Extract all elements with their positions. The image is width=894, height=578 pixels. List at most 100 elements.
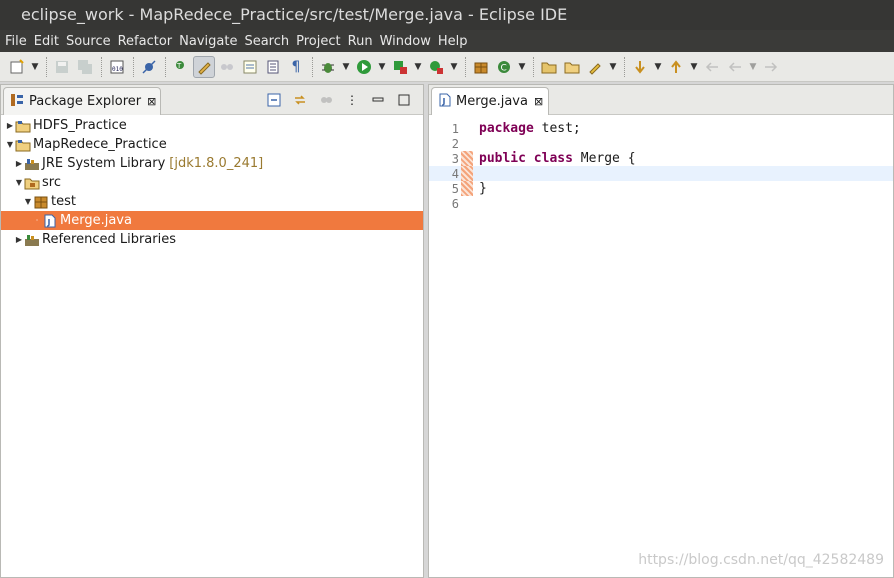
skip-breakpoints-icon[interactable] — [138, 56, 160, 78]
menu-run[interactable]: Run — [345, 34, 376, 49]
mark-occurrences-icon[interactable] — [193, 55, 215, 78]
back-icon[interactable] — [724, 56, 746, 78]
block-selection-icon[interactable] — [216, 56, 238, 78]
code-line[interactable]: 2 — [429, 136, 893, 151]
java-file-icon: J — [42, 213, 58, 229]
highlighter-dropdown-icon[interactable]: ▼ — [607, 56, 619, 78]
editor-area: J Merge.java ⊠ 1 package test; 2 3 publi… — [428, 84, 894, 578]
show-whitespace-icon[interactable] — [239, 56, 261, 78]
previous-annotation-dropdown-icon[interactable]: ▼ — [688, 56, 700, 78]
menu-file[interactable]: File — [2, 34, 30, 49]
debug-icon[interactable] — [317, 56, 339, 78]
package-explorer-icon — [10, 93, 24, 111]
tree-item-jre-system-library[interactable]: ▶ JRE System Library [jdk1.8.0_241] — [1, 154, 423, 173]
menu-source[interactable]: Source — [63, 34, 114, 49]
code-line[interactable]: 5 } — [429, 181, 893, 196]
tab-package-explorer[interactable]: Package Explorer ⊠ — [3, 87, 161, 115]
java-file-icon: J — [438, 93, 452, 111]
next-annotation-icon[interactable] — [629, 56, 651, 78]
toolbar-separator — [46, 56, 47, 77]
toolbar-separator — [624, 56, 625, 77]
new-class-dropdown-icon[interactable]: ▼ — [516, 56, 528, 78]
toolbar-separator — [533, 56, 534, 77]
close-icon[interactable]: ⊠ — [534, 95, 543, 108]
maximize-icon[interactable] — [393, 89, 415, 111]
tab-label: Merge.java — [456, 94, 528, 109]
expand-arrow-icon[interactable]: ▶ — [14, 159, 24, 168]
project-icon — [15, 118, 31, 134]
expand-arrow-icon[interactable]: ▶ — [14, 235, 24, 244]
tree-item-referenced-libraries[interactable]: ▶ Referenced Libraries — [1, 230, 423, 249]
tree-item-test-package[interactable]: ▼ test — [1, 192, 423, 211]
coverage-icon[interactable] — [389, 56, 411, 78]
next-annotation-dropdown-icon[interactable]: ▼ — [652, 56, 664, 78]
line-number: 3 — [451, 151, 459, 166]
package-icon — [33, 194, 49, 210]
menu-window[interactable]: Window — [377, 34, 434, 49]
tree-item-label: MapRedece_Practice — [33, 137, 167, 152]
close-icon[interactable]: ⊠ — [147, 95, 156, 108]
tree-item-src[interactable]: ▼ src — [1, 173, 423, 192]
new-wizard-icon[interactable] — [6, 56, 28, 78]
new-java-class-icon[interactable]: C — [493, 56, 515, 78]
pilcrow-icon[interactable]: ¶ — [285, 56, 307, 78]
open-type-icon[interactable]: T — [170, 56, 192, 78]
toggle-word-wrap-icon[interactable] — [262, 56, 284, 78]
menu-project[interactable]: Project — [293, 34, 343, 49]
current-code-line[interactable]: 4 — [429, 166, 893, 181]
code-line[interactable]: 1 package test; — [429, 121, 893, 136]
open-project-icon[interactable] — [538, 56, 560, 78]
link-with-editor-icon[interactable] — [289, 89, 311, 111]
menu-help[interactable]: Help — [435, 34, 471, 49]
tree-item-mapredece-practice[interactable]: ▼ MapRedece_Practice — [1, 135, 423, 154]
previous-annotation-icon[interactable] — [665, 56, 687, 78]
menu-navigate[interactable]: Navigate — [176, 34, 240, 49]
open-folder-icon[interactable] — [561, 56, 583, 78]
save-all-icon[interactable] — [74, 56, 96, 78]
focus-active-task-icon[interactable] — [315, 89, 337, 111]
toolbar-separator — [312, 56, 313, 77]
change-gutter — [461, 136, 473, 151]
project-icon — [15, 137, 31, 153]
last-edit-location-icon[interactable] — [701, 56, 723, 78]
save-icon[interactable] — [51, 56, 73, 78]
debug-dropdown-icon[interactable]: ▼ — [340, 56, 352, 78]
new-dropdown-icon[interactable]: ▼ — [29, 56, 41, 78]
external-tools-icon[interactable] — [425, 56, 447, 78]
collapse-arrow-icon[interactable]: ▼ — [5, 140, 15, 149]
svg-text:T: T — [176, 62, 182, 70]
toolbar-separator — [165, 56, 166, 77]
tree-item-hdfs-practice[interactable]: ▶ HDFS_Practice — [1, 116, 423, 135]
tree-item-merge-java[interactable]: · J Merge.java — [1, 211, 423, 230]
source-folder-icon — [24, 175, 40, 191]
external-tools-dropdown-icon[interactable]: ▼ — [448, 56, 460, 78]
tree-item-label: HDFS_Practice — [33, 118, 127, 133]
tab-merge-java[interactable]: J Merge.java ⊠ — [431, 87, 549, 115]
menu-edit[interactable]: Edit — [31, 34, 62, 49]
highlighter-icon[interactable] — [584, 56, 606, 78]
expand-arrow-icon[interactable]: ▶ — [5, 121, 15, 130]
binary-icon[interactable]: 010 — [106, 56, 128, 78]
menu-refactor[interactable]: Refactor — [115, 34, 176, 49]
code-line[interactable]: 6 — [429, 196, 893, 211]
change-gutter-modified — [461, 181, 473, 196]
collapse-all-icon[interactable] — [263, 89, 285, 111]
run-icon[interactable] — [353, 56, 375, 78]
forward-icon[interactable] — [760, 56, 782, 78]
back-dropdown-icon[interactable]: ▼ — [747, 56, 759, 78]
new-java-package-icon[interactable] — [470, 56, 492, 78]
view-menu-icon[interactable]: ⋮ — [341, 89, 363, 111]
leaf-marker: · — [35, 216, 39, 225]
tree-item-label: test — [51, 194, 76, 209]
tab-label: Package Explorer — [29, 94, 142, 109]
coverage-dropdown-icon[interactable]: ▼ — [412, 56, 424, 78]
package-explorer-tabbar: Package Explorer ⊠ ⋮ — [1, 85, 423, 115]
code-line[interactable]: 3 public class Merge { — [429, 151, 893, 166]
menu-search[interactable]: Search — [241, 34, 292, 49]
run-dropdown-icon[interactable]: ▼ — [376, 56, 388, 78]
collapse-arrow-icon[interactable]: ▼ — [23, 197, 33, 206]
tree-item-label: Referenced Libraries — [42, 232, 176, 247]
minimize-icon[interactable] — [367, 89, 389, 111]
collapse-arrow-icon[interactable]: ▼ — [14, 178, 24, 187]
line-number: 4 — [451, 166, 459, 181]
